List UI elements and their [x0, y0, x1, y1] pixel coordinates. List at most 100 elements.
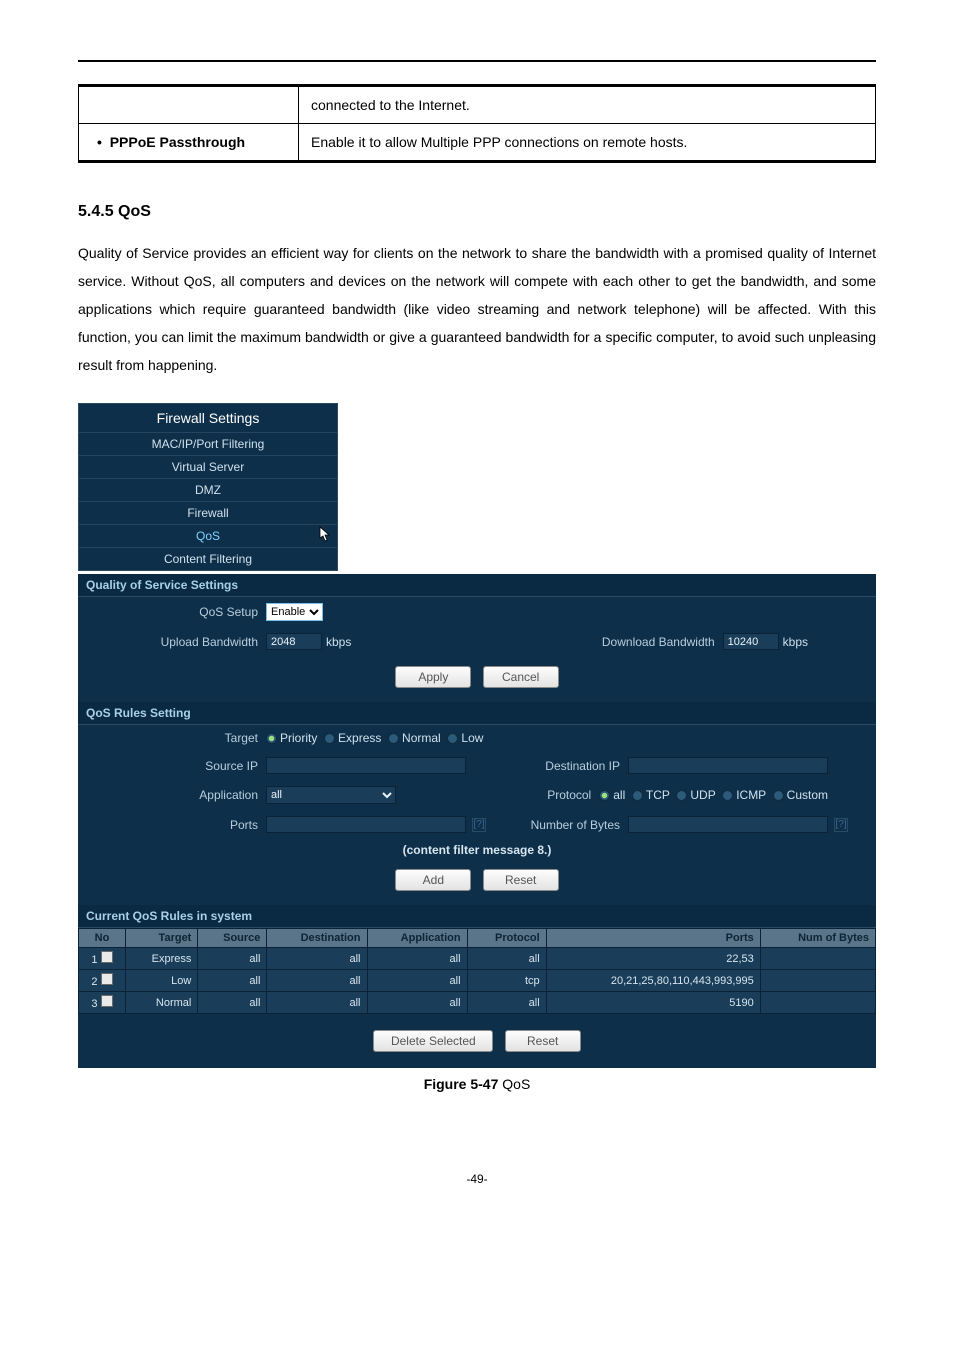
col-application: Application	[367, 929, 467, 948]
radio-low[interactable]	[447, 733, 458, 744]
protocol-radio-group: all TCP UDP ICMP Custom	[599, 788, 828, 802]
cell-protocol: all	[467, 992, 546, 1014]
row-checkbox[interactable]	[101, 973, 113, 985]
cell-ports: 5190	[546, 992, 760, 1014]
cell-numbytes	[760, 948, 875, 970]
target-label: Target	[86, 731, 266, 745]
current-rules-header: Current QoS Rules in system	[78, 905, 876, 928]
radio-proto-tcp[interactable]	[632, 790, 643, 801]
qos-rules-setting-header: QoS Rules Setting	[78, 702, 876, 725]
col-source: Source	[198, 929, 267, 948]
feature-row1-left	[79, 86, 299, 124]
radio-proto-icmp[interactable]	[722, 790, 733, 801]
cell-destination: all	[267, 948, 367, 970]
cell-source: all	[198, 970, 267, 992]
table-row: 2 Lowallallalltcp20,21,25,80,110,443,993…	[79, 970, 876, 992]
cell-application: all	[367, 992, 467, 1014]
table-row: 1 Expressallallallall22,53	[79, 948, 876, 970]
section-heading: 5.4.5 QoS	[78, 203, 876, 221]
content-filter-message: (content filter message 8.)	[78, 839, 876, 859]
col-protocol: Protocol	[467, 929, 546, 948]
figure-caption: Figure 5-47 QoS	[78, 1076, 876, 1092]
radio-normal[interactable]	[388, 733, 399, 744]
feature-row2-desc: Enable it to allow Multiple PPP connecti…	[299, 124, 876, 162]
number-of-bytes-input[interactable]	[628, 816, 828, 833]
nav-title: Firewall Settings	[79, 404, 337, 432]
radio-proto-custom[interactable]	[773, 790, 784, 801]
source-ip-input[interactable]	[266, 757, 466, 774]
nav-item-qos[interactable]: QoS	[79, 524, 337, 547]
page-top-rule	[78, 60, 876, 62]
radio-proto-all[interactable]	[599, 790, 610, 801]
number-of-bytes-label: Number of Bytes	[531, 818, 628, 832]
qos-settings-header: Quality of Service Settings	[78, 574, 876, 597]
cell-destination: all	[267, 992, 367, 1014]
destination-ip-input[interactable]	[628, 757, 828, 774]
ports-input[interactable]	[266, 816, 466, 833]
ports-help-icon[interactable]: [?]	[472, 818, 486, 832]
cell-destination: all	[267, 970, 367, 992]
nav-item-content-filtering[interactable]: Content Filtering	[79, 547, 337, 570]
cell-protocol: all	[467, 948, 546, 970]
ports-label: Ports	[86, 818, 266, 832]
download-unit: kbps	[783, 635, 808, 649]
destination-ip-label: Destination IP	[545, 759, 628, 773]
application-select[interactable]: all	[266, 786, 396, 804]
feature-row2-left: • PPPoE Passthrough	[79, 124, 299, 162]
qos-setup-select[interactable]: Enable	[266, 603, 323, 621]
nav-item-virtual-server[interactable]: Virtual Server	[79, 455, 337, 478]
cell-application: all	[367, 970, 467, 992]
bytes-help-icon[interactable]: [?]	[834, 818, 848, 832]
cell-no: 1	[79, 948, 126, 970]
add-button[interactable]: Add	[395, 869, 471, 891]
cell-protocol: tcp	[467, 970, 546, 992]
cell-numbytes	[760, 970, 875, 992]
firewall-nav: Firewall Settings MAC/IP/Port Filtering …	[78, 403, 338, 571]
qos-description: Quality of Service provides an efficient…	[78, 239, 876, 379]
cell-source: all	[198, 992, 267, 1014]
delete-selected-button[interactable]: Delete Selected	[373, 1030, 493, 1052]
nav-item-firewall[interactable]: Firewall	[79, 501, 337, 524]
application-label: Application	[86, 788, 266, 802]
cell-target: Express	[125, 948, 197, 970]
apply-button[interactable]: Apply	[395, 666, 471, 688]
qos-ui-screenshot: Firewall Settings MAC/IP/Port Filtering …	[78, 403, 876, 1068]
table-row: 3 Normalallallallall5190	[79, 992, 876, 1014]
upload-bandwidth-input[interactable]	[266, 633, 322, 650]
radio-priority[interactable]	[266, 733, 277, 744]
cell-ports: 20,21,25,80,110,443,993,995	[546, 970, 760, 992]
cell-application: all	[367, 948, 467, 970]
radio-express[interactable]	[324, 733, 335, 744]
page-number: -49-	[78, 1172, 876, 1186]
col-no: No	[79, 929, 126, 948]
col-target: Target	[125, 929, 197, 948]
cancel-button[interactable]: Cancel	[483, 666, 559, 688]
col-numbytes: Num of Bytes	[760, 929, 875, 948]
download-bandwidth-input[interactable]	[723, 633, 779, 650]
nav-item-mac-ip-port[interactable]: MAC/IP/Port Filtering	[79, 432, 337, 455]
cell-no: 2	[79, 970, 126, 992]
cell-target: Low	[125, 970, 197, 992]
cell-no: 3	[79, 992, 126, 1014]
protocol-label: Protocol	[547, 788, 599, 802]
nav-item-dmz[interactable]: DMZ	[79, 478, 337, 501]
current-rules-table: No Target Source Destination Application…	[78, 928, 876, 1014]
reset-current-button[interactable]: Reset	[505, 1030, 581, 1052]
cell-ports: 22,53	[546, 948, 760, 970]
feature-table: connected to the Internet. • PPPoE Passt…	[78, 84, 876, 163]
row-checkbox[interactable]	[101, 995, 113, 1007]
upload-bandwidth-label: Upload Bandwidth	[86, 635, 266, 649]
reset-rules-button[interactable]: Reset	[483, 869, 559, 891]
row-checkbox[interactable]	[101, 951, 113, 963]
cell-source: all	[198, 948, 267, 970]
col-destination: Destination	[267, 929, 367, 948]
pointer-cursor-icon	[315, 526, 333, 547]
source-ip-label: Source IP	[86, 759, 266, 773]
target-radio-group: Priority Express Normal Low	[266, 731, 483, 745]
cell-target: Normal	[125, 992, 197, 1014]
upload-unit: kbps	[326, 635, 351, 649]
feature-row1-desc: connected to the Internet.	[299, 86, 876, 124]
radio-proto-udp[interactable]	[676, 790, 687, 801]
cell-numbytes	[760, 992, 875, 1014]
qos-setup-label: QoS Setup	[86, 605, 266, 619]
